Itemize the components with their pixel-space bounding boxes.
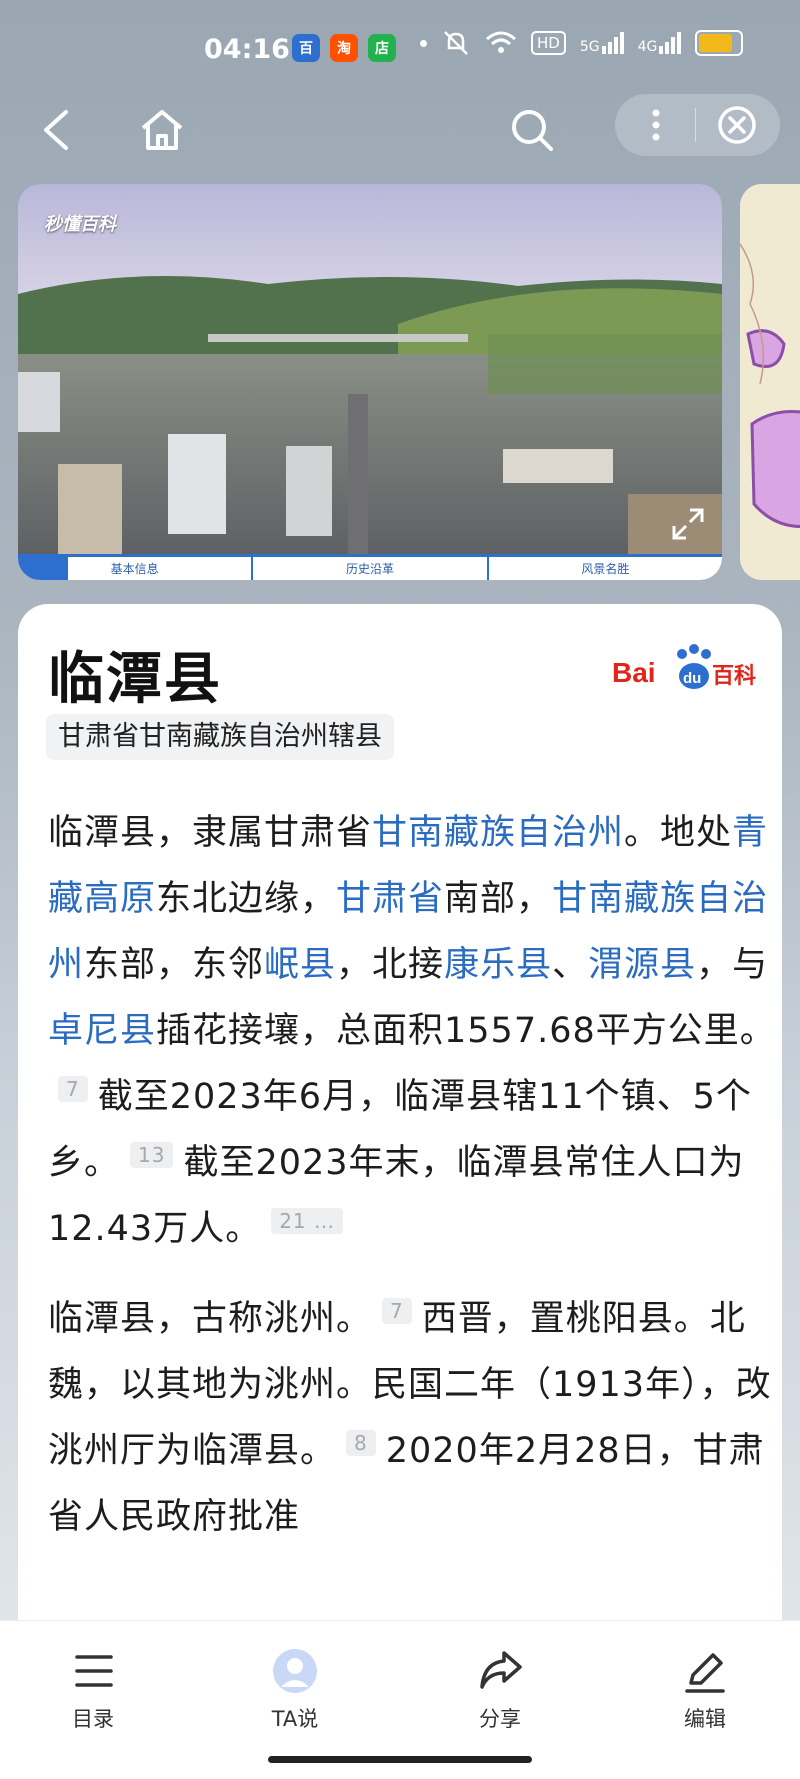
subtitle-tag: 甘肃省甘南藏族自治州辖县 [46,714,394,760]
list-icon [75,1655,113,1687]
link-gansu[interactable]: 甘肃省 [336,879,444,919]
text-span: 南部， [444,879,553,919]
text-span: 东北边缘， [156,879,337,919]
share-icon [480,1651,522,1689]
reference-badge[interactable]: 8 [346,1430,376,1456]
article-body: 临潭县，隶属甘肃省甘南藏族自治州。地处青藏高原东北边缘，甘肃省南部，甘南藏族自治… [48,800,776,1574]
reference-badge[interactable]: 13 [130,1142,174,1168]
text-span: 、 [552,945,589,985]
baidu-baike-logo: Bai du 百科 [612,644,756,689]
battery-icon [695,30,744,56]
back-arrow-icon [44,110,68,150]
search-button[interactable] [502,100,562,160]
signal-icon [601,32,624,54]
map-thumbnail-card[interactable] [740,184,800,580]
svg-text:百科: 百科 [712,664,756,689]
article-card: 临潭县 Bai du 百科 甘肃省甘南藏族自治州辖县 临潭县，隶属甘肃省甘南藏族… [18,604,782,1624]
dot-icon [420,39,427,47]
text-span: 。地处 [624,813,733,853]
more-button[interactable] [635,104,677,146]
shop-app-icon: 店 [368,34,396,62]
ta-say-button[interactable]: TA说 [240,1647,350,1733]
text-span: 插花接壤，总面积1557.68平方公里。 [156,1011,776,1051]
catalog-button[interactable]: 目录 [38,1647,148,1733]
home-icon [141,110,183,150]
media-tab-history[interactable]: 历史沿革 [251,557,486,580]
ta-say-label: TA说 [271,1707,319,1731]
status-indicators: HD 5G 4G [420,30,744,56]
media-progress-indicator [18,554,68,580]
status-bar: 04:16 百 淘 店 HD 5G 4G [0,0,800,100]
map-image [740,184,800,580]
link-gannan[interactable]: 甘南藏族自治州 [372,813,624,853]
text-span: 临潭县，古称洮州。 [48,1299,373,1339]
media-tab-scenery[interactable]: 风景名胜 [486,557,722,580]
close-circle-icon [718,106,756,144]
link-minxian[interactable]: 岷县 [264,945,336,985]
text-span: ，与 [696,945,769,985]
reference-badge[interactable]: 21 … [271,1208,344,1234]
link-kangle[interactable]: 康乐县 [444,945,552,985]
reference-badge[interactable]: 7 [382,1298,412,1324]
more-dots-icon [652,109,660,141]
hd-badge: HD [531,31,566,55]
town-aerial-image [18,184,722,554]
edit-label: 编辑 [684,1707,726,1731]
expand-icon [672,508,704,540]
media-card[interactable]: 秒懂百科 基本信息 历史沿革 风景名胜 [18,184,722,580]
media-tab-bar: 基本信息 历史沿革 风景名胜 [18,554,722,580]
edit-button[interactable]: 编辑 [650,1647,760,1733]
text-span: 东部，东邻 [84,945,265,985]
share-button[interactable]: 分享 [445,1647,555,1733]
back-button[interactable] [26,100,86,160]
paragraph: 临潭县，隶属甘肃省甘南藏族自治州。地处青藏高原东北边缘，甘肃省南部，甘南藏族自治… [48,800,776,1262]
watermark-text: 秒懂百科 [44,214,116,235]
mute-bell-icon [444,31,468,55]
home-button[interactable] [132,100,192,160]
text-span: 临潭县，隶属甘肃省 [48,813,373,853]
miniapp-capsule [615,94,780,156]
close-button[interactable] [715,103,759,147]
taobao-app-icon: 淘 [330,34,358,62]
avatar-icon [273,1649,317,1693]
signal-5g: 5G [580,32,624,54]
status-time: 04:16 [204,34,290,65]
status-app-icons: 百 淘 店 [292,34,396,62]
share-label: 分享 [479,1707,521,1731]
link-weiyuan[interactable]: 渭源县 [588,945,696,985]
home-indicator[interactable] [268,1756,532,1763]
svg-text:Bai: Bai [612,657,656,688]
catalog-label: 目录 [72,1707,114,1731]
page-title: 临潭县 [48,647,222,712]
link-zhuoni[interactable]: 卓尼县 [48,1011,156,1051]
capsule-divider [695,108,696,142]
search-icon [512,110,553,151]
paragraph: 临潭县，古称洮州。 7 西晋，置桃阳县。北魏，以其地为洮州。民国二年（1913年），… [48,1286,776,1550]
expand-button[interactable] [668,504,708,544]
text-span: ，北接 [336,945,445,985]
wifi-icon [486,31,516,53]
svg-text:du: du [683,670,701,687]
signal-4g: 4G [638,32,682,54]
signal-icon [659,32,682,54]
reference-badge[interactable]: 7 [58,1076,88,1102]
edit-icon [685,1653,725,1693]
baidu-app-icon: 百 [292,34,320,62]
